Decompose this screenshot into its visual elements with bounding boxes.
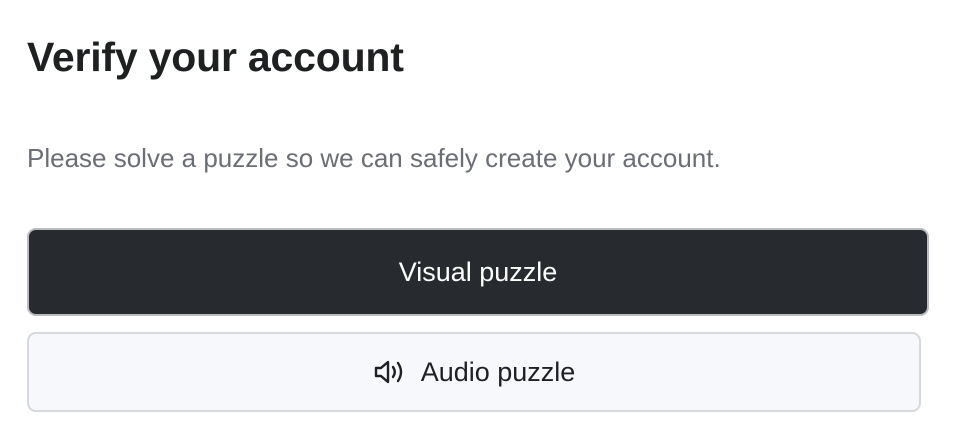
page-subtitle: Please solve a puzzle so we can safely c… bbox=[27, 143, 721, 173]
page-title: Verify your account bbox=[27, 34, 404, 80]
audio-puzzle-button[interactable]: Audio puzzle bbox=[27, 332, 921, 412]
audio-puzzle-label: Audio puzzle bbox=[420, 356, 576, 387]
visual-puzzle-button[interactable]: Visual puzzle bbox=[27, 228, 929, 316]
speaker-icon bbox=[373, 357, 407, 387]
visual-puzzle-label: Visual puzzle bbox=[398, 256, 558, 287]
